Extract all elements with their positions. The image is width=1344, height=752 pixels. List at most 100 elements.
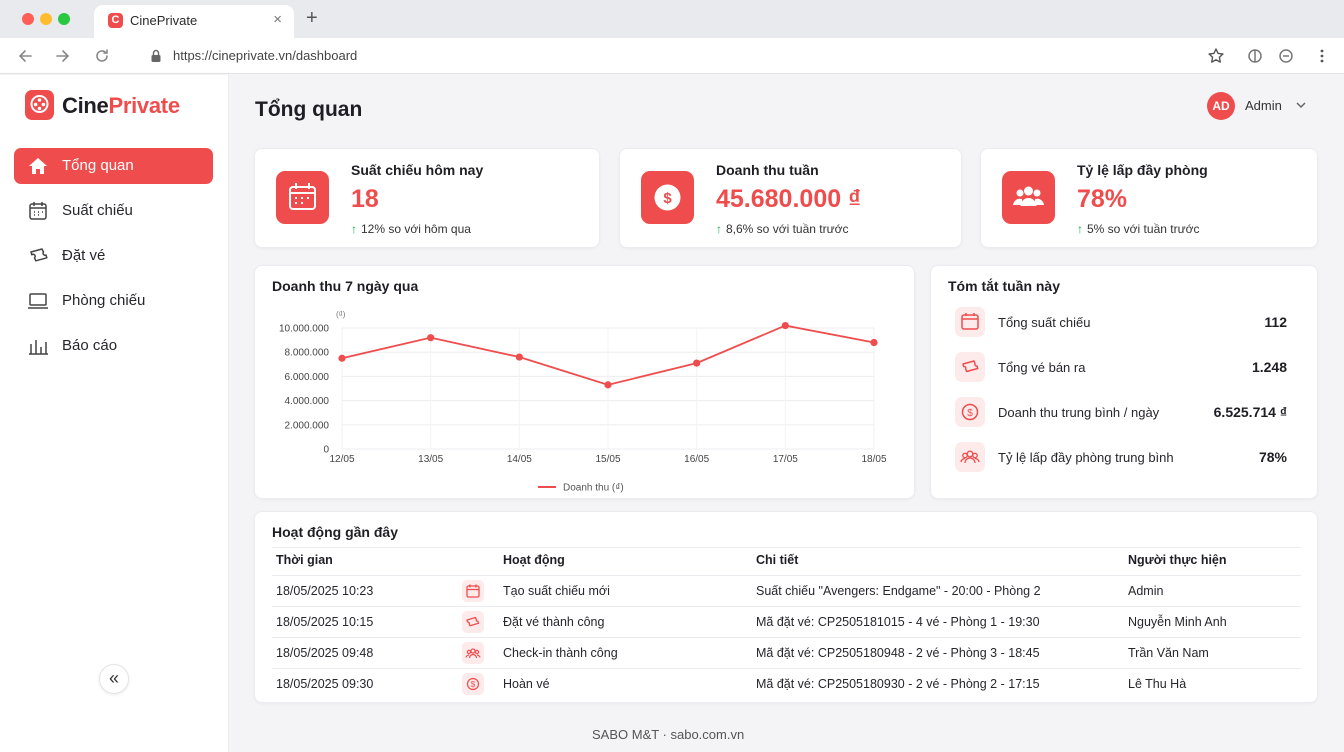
- table-cell-time: 18/05/2025 09:30: [276, 677, 374, 691]
- dollar-icon: $: [955, 397, 985, 427]
- dollar-icon: $: [462, 673, 484, 695]
- x-tick-label: 13/05: [418, 454, 443, 465]
- arrow-up-icon: ↑: [351, 222, 357, 236]
- sidebar-item-suat-chieu[interactable]: Suất chiếu: [14, 193, 213, 229]
- table-cell-time: 18/05/2025 10:15: [276, 615, 374, 629]
- address-bar: https://cineprivate.vn/dashboard: [0, 38, 1344, 74]
- back-icon[interactable]: [16, 46, 36, 66]
- profile-icon[interactable]: [1277, 47, 1295, 65]
- tab-title: CinePrivate: [130, 13, 198, 28]
- summary-value: 78%: [1258, 449, 1287, 465]
- table-cell-user: Lê Thu Hà: [1128, 677, 1187, 691]
- divider: [272, 547, 1301, 548]
- table-cell-detail: Mã đặt vé: CP2505180930 - 2 vé - Phòng 2…: [756, 677, 1040, 691]
- table-cell-user: Nguyễn Minh Anh: [1128, 615, 1227, 629]
- data-point: [781, 321, 789, 330]
- window-minimize-dot[interactable]: [40, 13, 52, 25]
- table-cell-time: 18/05/2025 09:48: [276, 646, 374, 660]
- new-tab-icon[interactable]: +: [306, 8, 318, 28]
- revenue-chart-card: Doanh thu 7 ngày qua (₫) 10.000.000 8.000.…: [254, 265, 915, 499]
- ticket-icon: [30, 248, 48, 262]
- url-input[interactable]: https://cineprivate.vn/dashboard: [173, 48, 357, 63]
- data-point: [515, 353, 523, 361]
- brand-logo[interactable]: CinePrivate: [62, 93, 180, 119]
- stat-card-screenings: Suất chiếu hôm nay 18 ↑ 12% so với hôm qu…: [254, 148, 600, 248]
- monitor-icon: [28, 293, 48, 309]
- arrow-up-icon: ↑: [1077, 222, 1083, 236]
- lock-icon: [151, 49, 161, 62]
- summary-title: Tóm tắt tuần này: [948, 278, 1061, 294]
- ticket-icon: [462, 611, 484, 633]
- table-cell-action: Check-in thành công: [503, 646, 618, 660]
- browser-menu-icon[interactable]: [1313, 47, 1331, 65]
- summary-label: Tổng vé bán ra: [998, 360, 1086, 375]
- x-tick-label: 14/05: [507, 454, 532, 465]
- y-tick-label: 2.000.000: [285, 420, 330, 431]
- bookmark-star-icon[interactable]: [1207, 47, 1225, 65]
- summary-value: 6.525.714 ₫: [1213, 404, 1287, 420]
- stat-value: 78%: [1077, 185, 1128, 213]
- divider: [272, 606, 1301, 607]
- sidebar-item-phong-chieu[interactable]: Phòng chiếu: [14, 283, 213, 319]
- table-cell-action: Đặt vé thành công: [503, 615, 605, 629]
- dollar-icon: $: [641, 171, 694, 224]
- stat-value: 18: [351, 185, 379, 213]
- recent-activity-card: Hoạt động gần đây Thời gian Hoạt động Ch…: [254, 511, 1318, 703]
- stat-label: Suất chiếu hôm nay: [351, 162, 484, 178]
- revenue-line-chart: (₫) 10.000.000 8.000.000 6.000.000 4.000.000…: [279, 310, 887, 494]
- summary-label: Doanh thu trung bình / ngày: [998, 405, 1160, 420]
- calendar-icon: [462, 580, 484, 602]
- y-axis-unit-label: (₫): [336, 310, 346, 319]
- forward-icon[interactable]: [52, 46, 72, 66]
- avatar[interactable]: AD: [1207, 92, 1235, 120]
- column-header-detail: Chi tiết: [756, 553, 799, 567]
- y-tick-label: 4.000.000: [285, 396, 330, 407]
- column-header-time: Thời gian: [276, 553, 333, 567]
- table-cell-action: Tạo suất chiếu mới: [503, 584, 610, 598]
- y-tick-label: 8.000.000: [285, 348, 330, 359]
- x-tick-label: 12/05: [329, 454, 354, 465]
- browser-tabbar: C CinePrivate × +: [0, 0, 1344, 38]
- tab-close-icon[interactable]: ×: [273, 11, 282, 28]
- window-close-dot[interactable]: [22, 13, 34, 25]
- table-cell-user: Trần Văn Nam: [1128, 646, 1209, 660]
- users-icon: [955, 442, 985, 472]
- calendar-icon: [29, 202, 47, 220]
- stat-card-revenue: $ Doanh thu tuần 45.680.000 ₫ ↑ 8,6% so v…: [619, 148, 962, 248]
- browser-tab[interactable]: C CinePrivate ×: [94, 5, 294, 38]
- sidebar-item-bao-cao[interactable]: Báo cáo: [14, 328, 213, 364]
- collapse-sidebar-button[interactable]: «: [99, 664, 129, 694]
- sidebar-item-tong-quan[interactable]: Tổng quan: [14, 148, 213, 184]
- stat-card-occupancy: Tỷ lệ lấp đầy phòng 78% ↑ 5% so với tuần …: [980, 148, 1318, 248]
- window-maximize-dot[interactable]: [58, 13, 70, 25]
- stat-delta: ↑ 12% so với hôm qua: [351, 222, 471, 236]
- table-cell-detail: Mã đặt vé: CP2505181015 - 4 vé - Phòng 1…: [756, 615, 1040, 629]
- page-title: Tổng quan: [255, 98, 363, 121]
- stat-value: 45.680.000 ₫: [716, 185, 861, 213]
- users-icon: [1002, 171, 1055, 224]
- weekly-summary-card: Tóm tắt tuần này Tổng suất chiếu 112 Tổn…: [930, 265, 1318, 499]
- divider: [272, 668, 1301, 669]
- svg-text:$: $: [663, 190, 672, 207]
- chevron-down-icon[interactable]: [1295, 100, 1307, 110]
- users-icon: [462, 642, 484, 664]
- footer-text: SABO M&T · sabo.com.vn: [592, 727, 745, 742]
- x-tick-label: 17/05: [773, 454, 798, 465]
- sidebar-item-dat-ve[interactable]: Đặt vé: [14, 238, 213, 274]
- divider: [272, 575, 1301, 576]
- ticket-icon: [955, 352, 985, 382]
- data-point: [604, 381, 612, 389]
- table-cell-time: 18/05/2025 10:23: [276, 584, 374, 598]
- x-tick-label: 16/05: [684, 454, 709, 465]
- extension-icon[interactable]: [1246, 47, 1264, 65]
- divider: [272, 637, 1301, 638]
- y-tick-label: 10.000.000: [279, 324, 329, 335]
- stat-label: Doanh thu tuần: [716, 162, 819, 178]
- data-point: [427, 334, 435, 342]
- calendar-icon: [955, 307, 985, 337]
- user-name[interactable]: Admin: [1245, 98, 1282, 113]
- table-cell-action: Hoàn vé: [503, 677, 550, 691]
- reload-icon[interactable]: [92, 46, 112, 66]
- bar-chart-icon: [29, 340, 48, 355]
- activity-title: Hoạt động gần đây: [272, 524, 398, 540]
